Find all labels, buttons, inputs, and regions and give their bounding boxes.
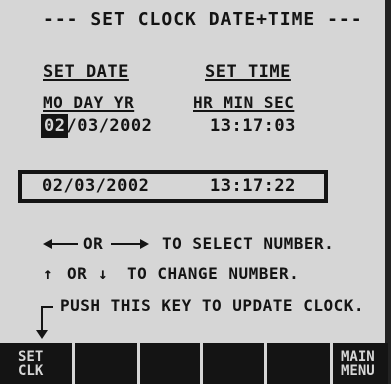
change-text: TO CHANGE NUMBER. — [127, 264, 300, 283]
select-text: TO SELECT NUMBER. — [162, 234, 335, 253]
page-title: --- SET CLOCK DATE+TIME --- — [43, 9, 363, 30]
change-or: OR — [67, 264, 88, 283]
month-field-selected[interactable]: 02 — [40, 114, 69, 138]
set-date-label: SET DATE — [43, 62, 129, 82]
set-time-label: SET TIME — [205, 62, 291, 82]
set-clock-softkey[interactable]: SET CLK — [0, 343, 75, 384]
screen-border — [385, 0, 391, 384]
select-or: OR — [83, 234, 104, 253]
up-arrow-icon: ↑ — [43, 264, 54, 283]
down-arrow-icon: ↓ — [98, 264, 109, 283]
softkey-2[interactable] — [75, 343, 140, 384]
date-fields-label: MO DAY YR — [43, 93, 135, 112]
current-time: 13:17:22 — [210, 176, 296, 196]
softkey-3[interactable] — [140, 343, 203, 384]
main-menu-softkey[interactable]: MAIN MENU — [333, 343, 388, 384]
set-time-value[interactable]: 13:17:03 — [210, 118, 296, 135]
push-text: PUSH THIS KEY TO UPDATE CLOCK. — [60, 296, 364, 315]
softkey-5[interactable] — [267, 343, 333, 384]
date-rest: /03/2002 — [66, 116, 153, 136]
time-fields-label: HR MIN SEC — [193, 93, 295, 112]
set-date-value[interactable]: 02/03/2002 — [40, 114, 153, 138]
softkey-4[interactable] — [203, 343, 267, 384]
current-date: 02/03/2002 — [42, 176, 150, 196]
